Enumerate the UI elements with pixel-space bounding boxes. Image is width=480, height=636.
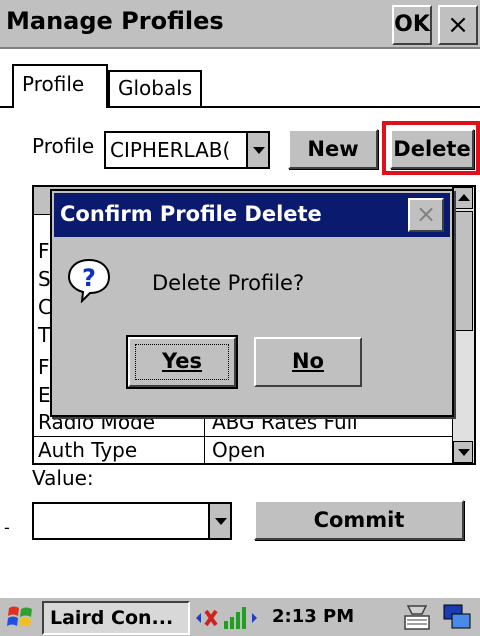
- no-button[interactable]: No: [254, 337, 362, 387]
- tab-globals[interactable]: Globals: [108, 70, 202, 106]
- dialog-title: Confirm Profile Delete: [60, 202, 322, 226]
- setting-name: Auth Type: [38, 438, 138, 462]
- title-bar: Manage Profiles OK ×: [0, 0, 480, 49]
- profile-label: Profile: [32, 134, 95, 158]
- scroll-up-icon[interactable]: [453, 187, 473, 209]
- window-title: Manage Profiles: [6, 7, 224, 35]
- scroll-thumb[interactable]: [453, 211, 473, 331]
- chevron-down-icon[interactable]: [208, 504, 230, 538]
- sip-icon[interactable]: [442, 602, 474, 632]
- dialog-close-button[interactable]: ×: [408, 198, 444, 232]
- list-item-partial: F: [38, 239, 50, 263]
- confirm-dialog: Confirm Profile Delete × ? Delete Profil…: [50, 189, 454, 417]
- list-item-partial: S: [38, 267, 51, 291]
- profile-select[interactable]: CIPHERLAB(: [104, 131, 270, 169]
- wireless-icon[interactable]: [194, 605, 264, 631]
- profile-select-value: CIPHERLAB(: [110, 138, 231, 162]
- list-item-partial: E: [38, 383, 51, 407]
- commit-button[interactable]: Commit: [254, 500, 464, 540]
- setting-value: Open: [212, 438, 266, 462]
- no-button-label: No: [291, 349, 324, 373]
- value-label: Value:: [32, 466, 94, 490]
- new-button[interactable]: New: [288, 129, 378, 169]
- delete-button[interactable]: Delete: [390, 129, 474, 169]
- ok-button[interactable]: OK: [392, 5, 432, 45]
- question-icon: ?: [67, 258, 111, 303]
- tab-active-gap: [14, 105, 106, 109]
- taskbar-app-button[interactable]: Laird Con...: [42, 601, 190, 635]
- taskbar: Laird Con... 2:13 PM: [0, 596, 480, 636]
- svg-text:?: ?: [82, 264, 96, 292]
- list-item-partial: T: [38, 323, 51, 347]
- list-item[interactable]: Auth Type Open: [34, 437, 458, 463]
- column-divider: [204, 437, 205, 463]
- focus-rect: [135, 344, 229, 380]
- dialog-title-bar: Confirm Profile Delete ×: [54, 193, 450, 237]
- value-select[interactable]: [32, 502, 232, 540]
- start-icon[interactable]: [6, 602, 36, 632]
- close-button[interactable]: ×: [438, 5, 478, 45]
- list-item-partial: F: [38, 355, 50, 379]
- dash-mark: -: [4, 518, 10, 537]
- yes-button[interactable]: Yes: [128, 337, 236, 387]
- scroll-down-icon[interactable]: [453, 441, 473, 463]
- list-scrollbar[interactable]: [452, 187, 474, 463]
- chevron-down-icon[interactable]: [246, 133, 268, 167]
- dialog-message: Delete Profile?: [152, 271, 305, 295]
- clock[interactable]: 2:13 PM: [272, 606, 354, 627]
- keyboard-icon[interactable]: [402, 602, 432, 632]
- tab-profile[interactable]: Profile: [12, 64, 108, 106]
